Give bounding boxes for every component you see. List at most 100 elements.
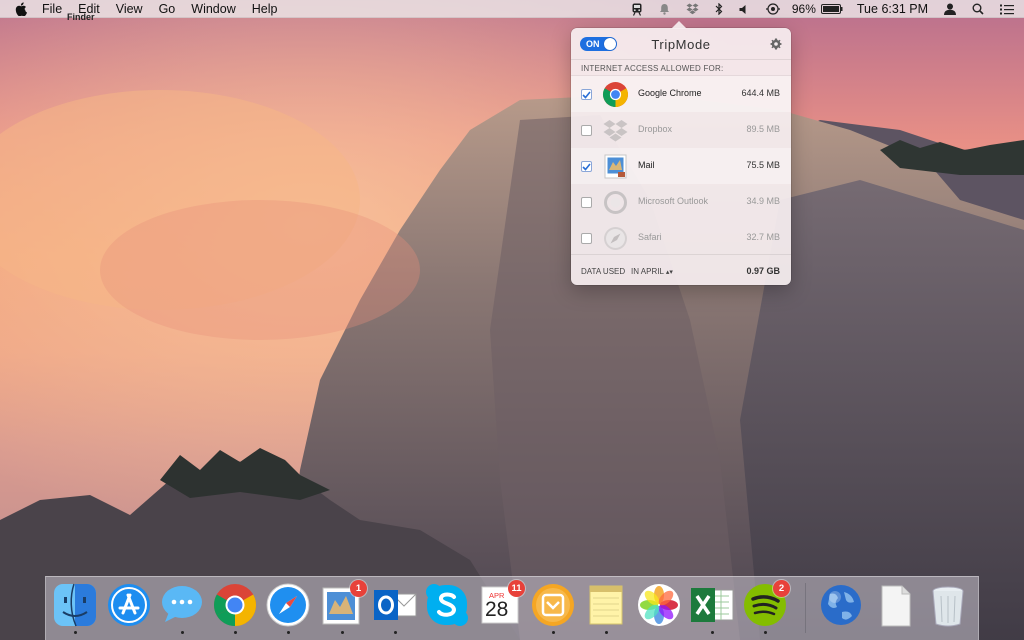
app-name: Safari (638, 232, 662, 242)
app-name: Mail (638, 160, 655, 170)
dock-mail[interactable]: 1 (319, 580, 367, 634)
excel-icon (691, 588, 734, 622)
app-size: 75.5 MB (746, 160, 780, 170)
period-selector[interactable]: IN APRIL ▴▾ (631, 267, 673, 276)
data-used-total: 0.97 GB (746, 266, 780, 276)
running-indicator (287, 631, 290, 634)
dock-trash[interactable] (925, 582, 973, 634)
dock-messages[interactable] (159, 582, 207, 634)
running-indicator (605, 631, 608, 634)
dock-app-store[interactable] (106, 582, 154, 634)
checkbox-safari[interactable] (581, 233, 592, 244)
dock-skype[interactable] (424, 582, 472, 634)
mail-icon (604, 154, 627, 179)
apple-menu-icon[interactable] (14, 1, 28, 16)
volume-icon[interactable] (739, 0, 749, 18)
dock-outlook[interactable] (372, 582, 420, 634)
popover-title: TripMode (651, 37, 711, 52)
dock-separator (805, 583, 806, 633)
app-row-google-chrome[interactable]: Google Chrome 644.4 MB (571, 76, 791, 112)
dock-notes[interactable] (583, 582, 631, 634)
dock-chrome[interactable] (212, 582, 260, 634)
trash-icon (932, 586, 964, 627)
app-size: 32.7 MB (746, 232, 780, 242)
safari-icon (604, 227, 627, 250)
dock-finder[interactable] (52, 582, 100, 634)
tripmode-train-icon[interactable] (631, 0, 643, 18)
running-indicator (552, 631, 555, 634)
app-size: 34.9 MB (746, 196, 780, 206)
period-label: IN APRIL (631, 267, 664, 276)
safari-icon (266, 583, 310, 627)
checkbox-google-chrome[interactable] (581, 89, 592, 100)
globe-icon (821, 585, 861, 625)
battery-icon[interactable] (820, 0, 843, 18)
app-size: 89.5 MB (746, 124, 780, 134)
calendar-day: 28 (485, 598, 509, 621)
dock-tripmode[interactable] (530, 582, 578, 634)
menu-window[interactable]: Window (191, 2, 235, 16)
app-row-microsoft-outlook[interactable]: Microsoft Outlook 34.9 MB (571, 184, 791, 220)
app-row-dropbox[interactable]: Dropbox 89.5 MB (571, 112, 791, 148)
status-area: 96% Tue 6:31 PM (623, 0, 1024, 18)
dock-globe[interactable] (818, 582, 866, 634)
menu-bar: Finder File Edit View Go Window Help 96%… (0, 0, 1024, 22)
bluetooth-icon[interactable] (715, 0, 723, 18)
updown-chevron-icon: ▴▾ (665, 269, 673, 276)
app-row-mail[interactable]: Mail 75.5 MB (571, 148, 791, 184)
notification-center-icon[interactable] (1000, 0, 1014, 18)
dock-spotify[interactable]: 2 (742, 580, 790, 634)
wifi-icon[interactable] (765, 0, 781, 18)
menu-view[interactable]: View (116, 2, 143, 16)
app-row-safari[interactable]: Safari 32.7 MB (571, 220, 791, 256)
running-indicator (341, 631, 344, 634)
user-icon[interactable] (944, 0, 956, 18)
spotlight-search-icon[interactable] (972, 0, 984, 18)
spotify-badge: 2 (773, 580, 790, 597)
dock-excel[interactable] (689, 582, 737, 634)
running-indicator (181, 631, 184, 634)
tripmode-popover: ON TripMode INTERNET ACCESS ALLOWED FOR:… (571, 21, 791, 285)
app-name: Microsoft Outlook (638, 196, 709, 206)
dropbox-icon[interactable] (686, 0, 699, 18)
tripmode-icon (532, 584, 574, 626)
popover-header: ON TripMode (571, 28, 791, 60)
messages-icon (162, 586, 202, 622)
menu-help[interactable]: Help (252, 2, 278, 16)
menu-file[interactable]: File (42, 2, 62, 16)
gear-icon[interactable] (770, 38, 782, 50)
menu-clock[interactable]: Tue 6:31 PM (857, 2, 928, 16)
app-size: 644.4 MB (741, 88, 780, 98)
desktop-wallpaper (0, 0, 1024, 640)
photos-icon (638, 584, 680, 626)
app-name: Dropbox (638, 124, 673, 134)
dock-photos[interactable] (636, 582, 684, 634)
running-indicator (74, 631, 77, 634)
checkbox-mail[interactable] (581, 161, 592, 172)
checkbox-microsoft-outlook[interactable] (581, 197, 592, 208)
finder-icon (54, 583, 96, 627)
running-indicator (234, 631, 237, 634)
dropbox-icon (603, 120, 628, 142)
app-store-icon (108, 584, 150, 626)
outlook-icon (604, 191, 627, 214)
app-name: Google Chrome (638, 88, 702, 98)
calendar-badge: 11 (508, 580, 525, 597)
dock: 1 APR 28 11 2 (45, 576, 979, 640)
checkbox-dropbox[interactable] (581, 125, 592, 136)
dock-calendar[interactable]: APR 28 11 (477, 580, 525, 634)
section-label: INTERNET ACCESS ALLOWED FOR: (571, 60, 791, 76)
skype-icon (426, 584, 468, 626)
dock-safari[interactable] (265, 582, 313, 634)
document-icon (881, 585, 911, 627)
running-indicator (711, 631, 714, 634)
menu-app-name[interactable]: Finder (67, 12, 95, 22)
dock-documents[interactable] (872, 582, 920, 634)
notes-icon (589, 585, 623, 625)
popover-footer: DATA USED IN APRIL ▴▾ 0.97 GB (571, 254, 791, 285)
outlook-icon (374, 590, 417, 620)
chrome-icon (603, 82, 628, 107)
notification-bell-icon[interactable] (659, 0, 670, 18)
menu-go[interactable]: Go (159, 2, 176, 16)
running-indicator (764, 631, 767, 634)
